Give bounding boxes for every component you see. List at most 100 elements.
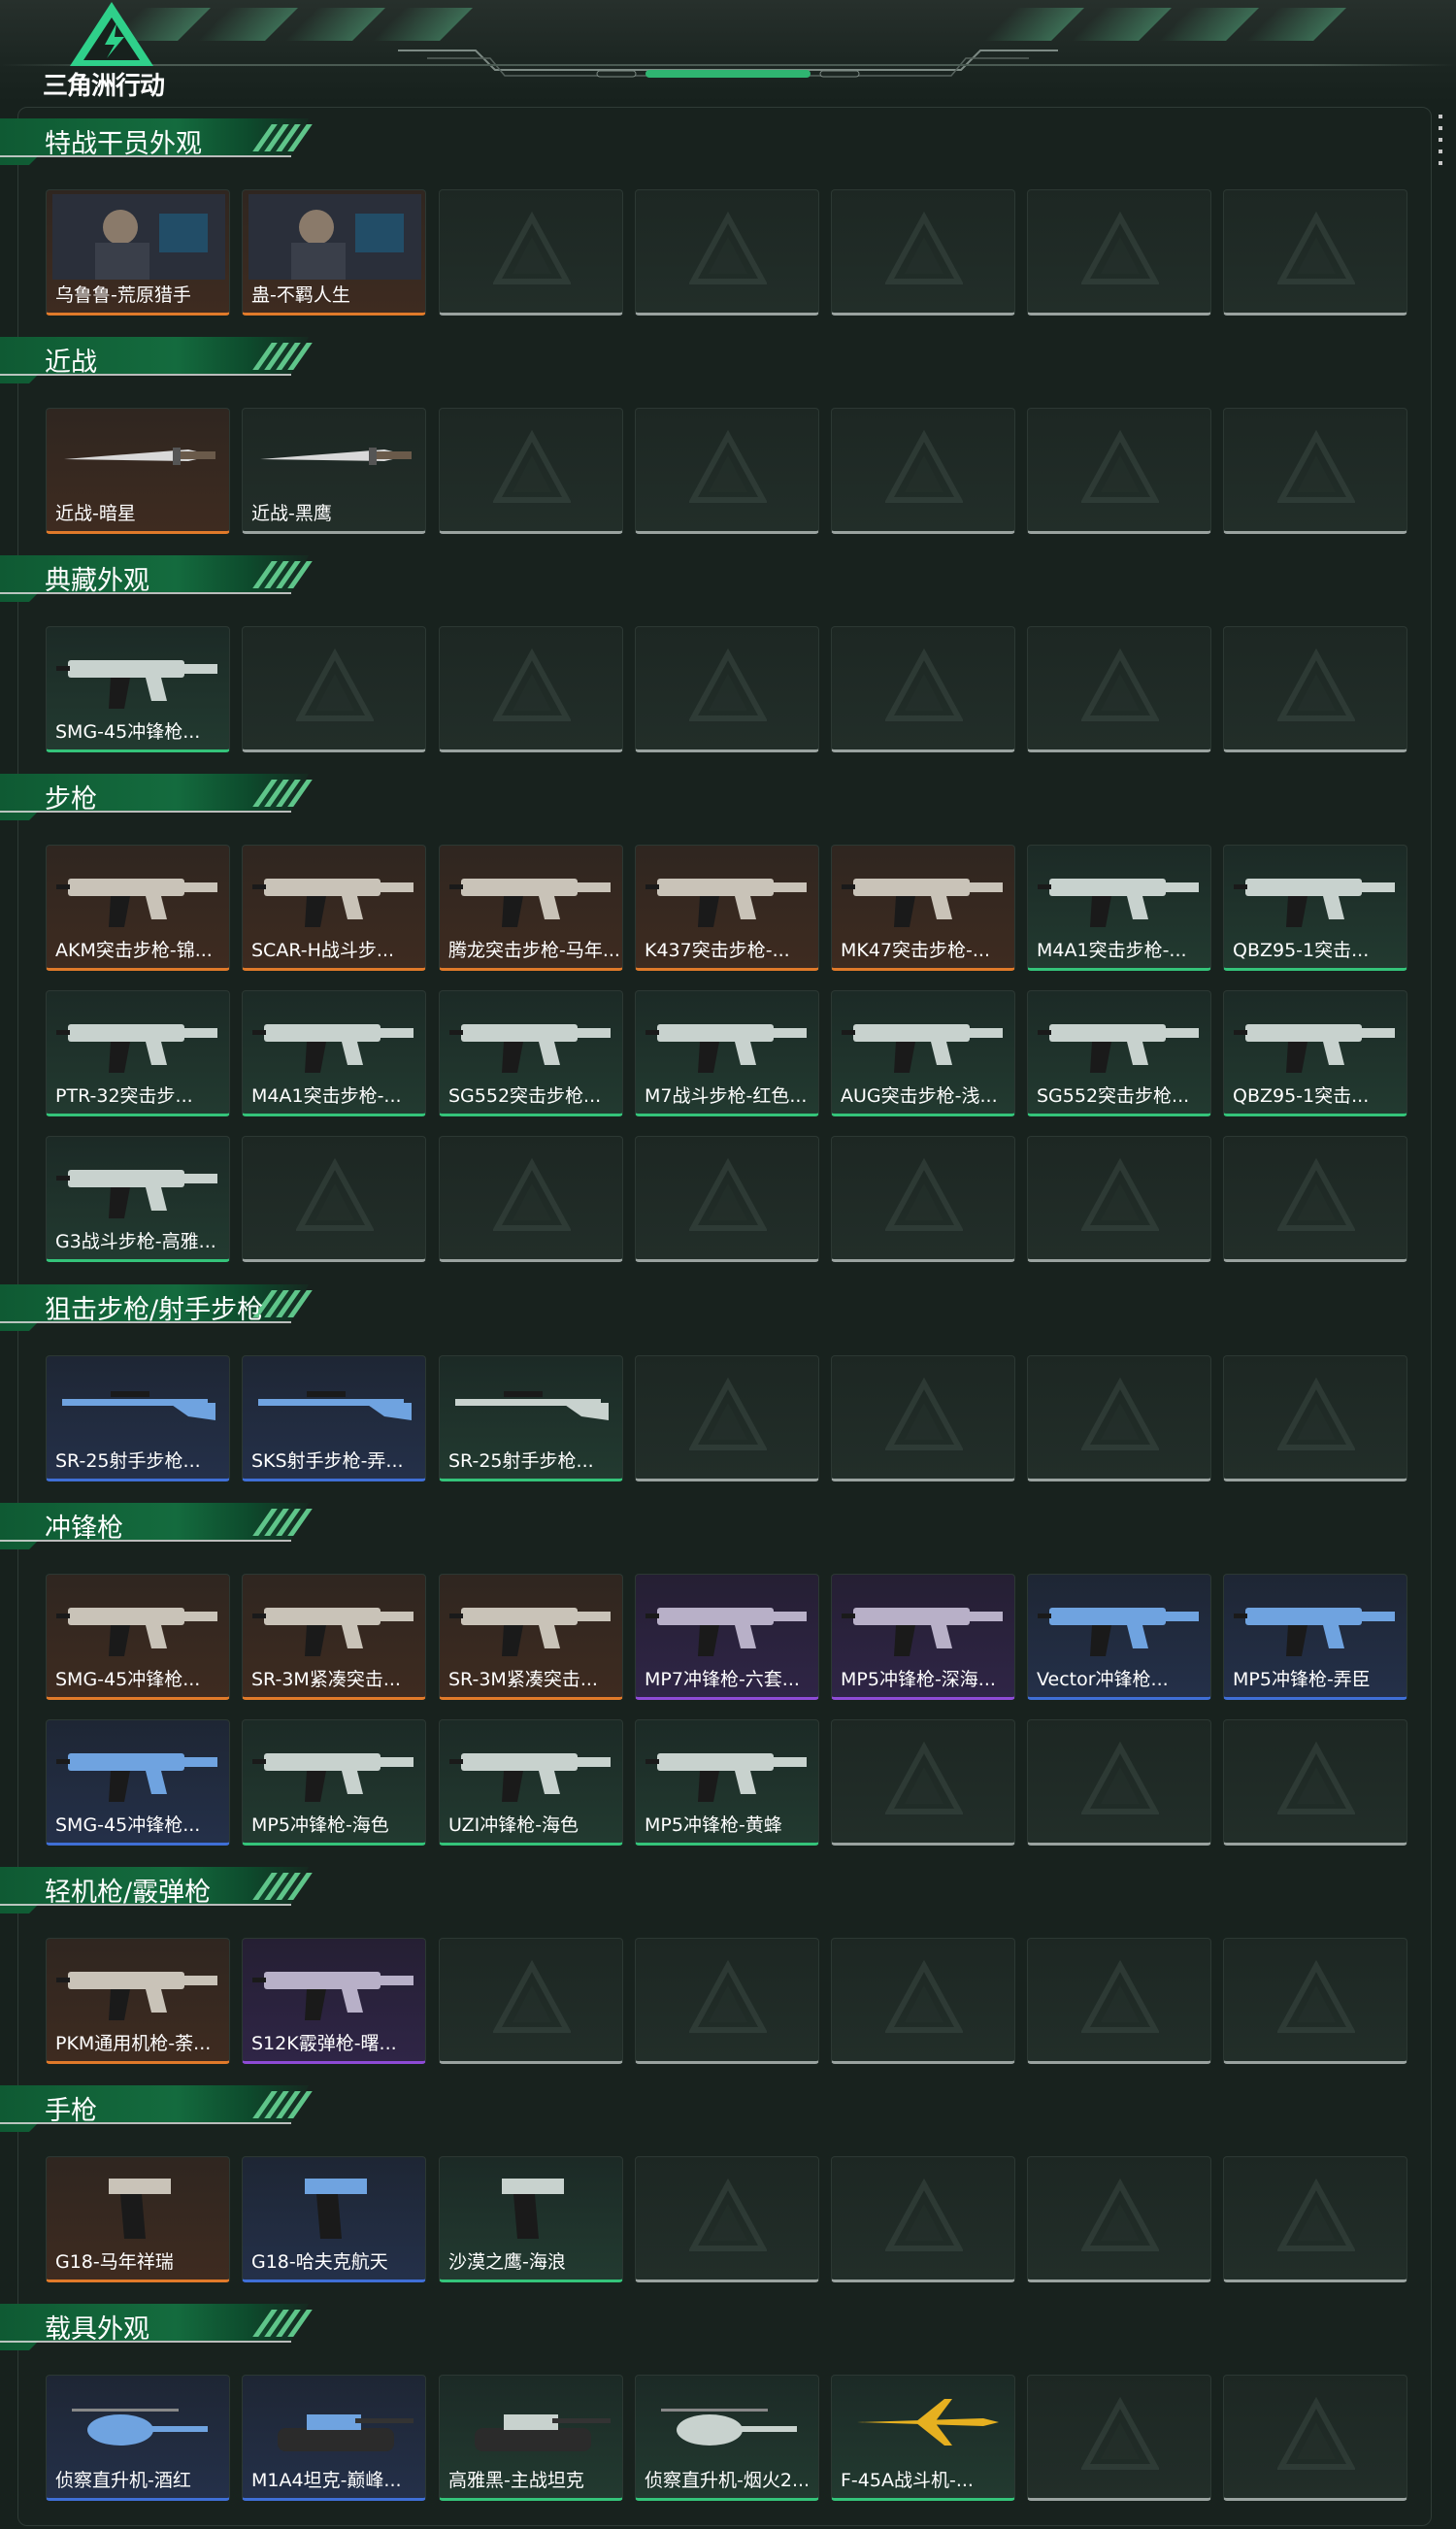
item-card[interactable]: SKS射手步枪-弄... — [242, 1355, 426, 1481]
section-title: 特战干员外观 — [45, 129, 202, 159]
jet-icon — [838, 2379, 1010, 2465]
tank-icon — [248, 2379, 421, 2465]
item-label: SR-3M紧凑突击... — [251, 1669, 401, 1690]
item-card[interactable]: 近战-黑鹰 — [242, 408, 426, 534]
item-card[interactable]: QBZ95-1突击... — [1223, 845, 1407, 971]
item-card[interactable]: M4A1突击步枪-... — [1027, 845, 1211, 971]
item-card[interactable]: AKM突击步枪-锦... — [46, 845, 230, 971]
item-label: SR-25射手步枪... — [448, 1450, 594, 1472]
pistol-icon — [446, 2161, 618, 2246]
item-card[interactable]: M7战斗步枪-红色... — [635, 990, 819, 1116]
item-card[interactable]: SR-25射手步枪... — [46, 1355, 230, 1481]
item-card[interactable]: MP5冲锋枪-弄臣 — [1223, 1574, 1407, 1700]
empty-slot-logo-icon — [687, 429, 769, 508]
item-card[interactable]: SMG-45冲锋枪... — [46, 1719, 230, 1846]
section-hatch-decoration — [252, 1509, 313, 1536]
item-card[interactable]: 近战-暗星 — [46, 408, 230, 534]
item-card[interactable]: SG552突击步枪... — [1027, 990, 1211, 1116]
item-card[interactable]: SR-25射手步枪... — [439, 1355, 623, 1481]
item-card[interactable]: SR-3M紧凑突击... — [242, 1574, 426, 1700]
item-card[interactable]: K437突击步枪-... — [635, 845, 819, 971]
item-card[interactable]: F-45A战斗机-... — [831, 2375, 1015, 2501]
tank-icon — [446, 2379, 618, 2465]
scroll-indicator[interactable] — [1437, 115, 1444, 173]
item-card[interactable]: 高雅黑-主战坦克 — [439, 2375, 623, 2501]
item-card[interactable]: Vector冲锋枪... — [1027, 1574, 1211, 1700]
item-card[interactable]: AUG突击步枪-浅... — [831, 990, 1015, 1116]
item-label: M4A1突击步枪-... — [1037, 940, 1187, 961]
sniper-icon — [446, 1360, 618, 1446]
item-card[interactable]: M4A1突击步枪-... — [242, 990, 426, 1116]
item-label: SMG-45冲锋枪... — [55, 1814, 201, 1836]
empty-slot — [1027, 1355, 1211, 1481]
pistol-icon — [52, 2161, 225, 2246]
section-header-underline — [0, 1540, 291, 1542]
rifle-icon — [1230, 995, 1403, 1081]
item-card[interactable]: G3战斗步枪-高雅... — [46, 1136, 230, 1262]
item-label: SR-25射手步枪... — [55, 1450, 201, 1472]
item-label: PKM通用机枪-荼... — [55, 2033, 212, 2054]
item-card[interactable]: UZI冲锋枪-海色 — [439, 1719, 623, 1846]
empty-slot — [439, 189, 623, 316]
item-card[interactable]: 腾龙突击步枪-马年... — [439, 845, 623, 971]
pistol-icon — [248, 2161, 421, 2246]
item-card[interactable]: QBZ95-1突击... — [1223, 990, 1407, 1116]
item-card[interactable]: MP5冲锋枪-黄蜂 — [635, 1719, 819, 1846]
item-card[interactable]: PKM通用机枪-荼... — [46, 1938, 230, 2064]
empty-slot — [1027, 626, 1211, 752]
item-card[interactable]: 侦察直升机-酒红 — [46, 2375, 230, 2501]
rifle-icon — [446, 849, 618, 935]
smg-icon — [52, 1724, 225, 1810]
rifle-icon — [52, 995, 225, 1081]
item-card[interactable]: SMG-45冲锋枪... — [46, 1574, 230, 1700]
item-card[interactable]: 沙漠之鹰-海浪 — [439, 2156, 623, 2282]
item-label: SG552突击步枪... — [448, 1085, 602, 1107]
empty-slot-logo-icon — [687, 1377, 769, 1455]
empty-slot — [1223, 2375, 1407, 2501]
empty-slot — [831, 1355, 1015, 1481]
item-label: K437突击步枪-... — [645, 940, 790, 961]
empty-slot-logo-icon — [1079, 2396, 1161, 2475]
logo-text: 三角洲行动 — [43, 72, 165, 101]
section-hatch-decoration — [252, 1873, 313, 1900]
item-card[interactable]: 蛊-不羁人生 — [242, 189, 426, 316]
item-card[interactable]: MP7冲锋枪-六套... — [635, 1574, 819, 1700]
item-card[interactable]: SCAR-H战斗步... — [242, 845, 426, 971]
empty-slot — [439, 1136, 623, 1262]
item-card[interactable]: MP5冲锋枪-深海... — [831, 1574, 1015, 1700]
item-card[interactable]: SR-3M紧凑突击... — [439, 1574, 623, 1700]
operator-portrait-icon — [248, 194, 421, 280]
empty-slot — [242, 626, 426, 752]
empty-slot — [1027, 1719, 1211, 1846]
section-header-underline — [0, 2122, 291, 2124]
item-card[interactable]: SG552突击步枪... — [439, 990, 623, 1116]
empty-slot — [1027, 189, 1211, 316]
smg-icon — [248, 1579, 421, 1664]
item-card[interactable]: G18-马年祥瑞 — [46, 2156, 230, 2282]
rifle-icon — [1230, 849, 1403, 935]
item-card[interactable]: SMG-45冲锋枪... — [46, 626, 230, 752]
rifle-icon — [642, 849, 814, 935]
empty-slot — [1223, 1136, 1407, 1262]
section-header: 步枪 — [0, 774, 320, 820]
item-card[interactable]: S12K霰弹枪-曙... — [242, 1938, 426, 2064]
empty-slot — [1223, 626, 1407, 752]
item-card[interactable]: 乌鲁鲁-荒原猎手 — [46, 189, 230, 316]
item-card[interactable]: G18-哈夫克航天 — [242, 2156, 426, 2282]
item-card[interactable]: MK47突击步枪-... — [831, 845, 1015, 971]
rifle-icon — [52, 849, 225, 935]
item-label: AUG突击步枪-浅... — [841, 1085, 998, 1107]
empty-slot-logo-icon — [1275, 1377, 1357, 1455]
item-card[interactable]: PTR-32突击步... — [46, 990, 230, 1116]
rifle-icon — [838, 995, 1010, 1081]
item-label: 近战-暗星 — [55, 503, 136, 524]
item-card[interactable]: 侦察直升机-烟火2... — [635, 2375, 819, 2501]
item-card[interactable]: MP5冲锋枪-海色 — [242, 1719, 426, 1846]
item-label: MP5冲锋枪-海色 — [251, 1814, 389, 1836]
rifle-icon — [1034, 849, 1207, 935]
item-card[interactable]: M1A4坦克-巅峰... — [242, 2375, 426, 2501]
item-label: 蛊-不羁人生 — [251, 284, 350, 306]
item-label: 侦察直升机-酒红 — [55, 2470, 191, 2491]
empty-slot-logo-icon — [883, 648, 965, 726]
empty-slot-logo-icon — [1275, 1959, 1357, 2038]
